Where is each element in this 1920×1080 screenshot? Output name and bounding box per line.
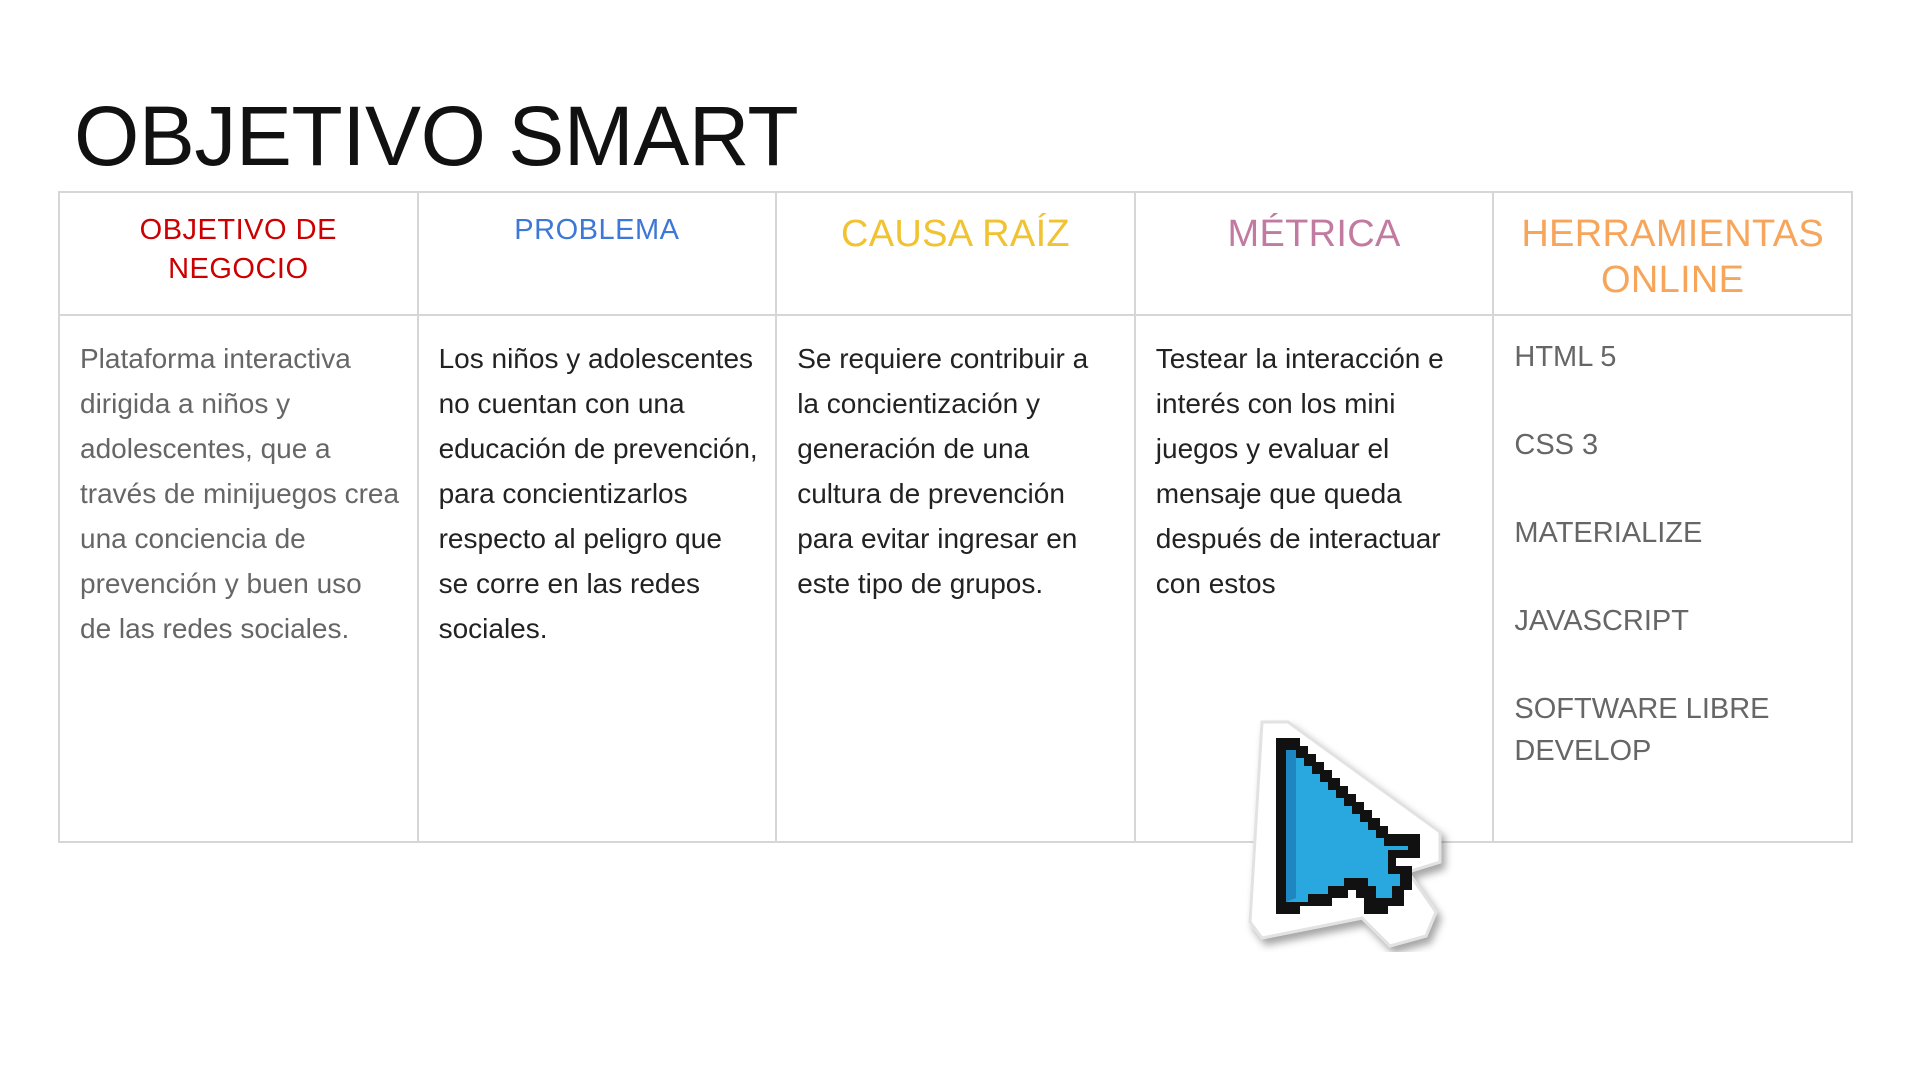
- tool-item: CSS 3: [1514, 429, 1599, 461]
- cell-herramientas: HTML 5 CSS 3 MATERIALIZE JAVASCRIPT SOFT…: [1492, 314, 1853, 843]
- tool-item: SOFTWARE LIBRE DEVELOP: [1514, 693, 1770, 767]
- slide: OBJETIVO SMART OBJETIVO DE NEGOCIO PROBL…: [0, 0, 1920, 1080]
- header-herramientas-online: HERRAMIENTAS ONLINE: [1492, 191, 1853, 316]
- table-header-row: OBJETIVO DE NEGOCIO PROBLEMA CAUSA RAÍZ …: [58, 191, 1853, 316]
- tools-list: HTML 5 CSS 3 MATERIALIZE JAVASCRIPT SOFT…: [1514, 336, 1835, 772]
- smart-objective-table: OBJETIVO DE NEGOCIO PROBLEMA CAUSA RAÍZ …: [58, 191, 1853, 843]
- header-metrica: MÉTRICA: [1133, 191, 1495, 316]
- cell-problema: Los niños y adolescentes no cuentan con …: [416, 314, 778, 843]
- cell-objetivo: Plataforma interactiva dirigida a niños …: [58, 314, 419, 843]
- tool-item: MATERIALIZE: [1514, 517, 1703, 549]
- header-label: OBJETIVO DE NEGOCIO: [139, 214, 337, 285]
- table-row: Plataforma interactiva dirigida a niños …: [58, 314, 1853, 843]
- header-label: MÉTRICA: [1227, 213, 1401, 255]
- header-problema: PROBLEMA: [416, 191, 778, 316]
- header-label: HERRAMIENTAS ONLINE: [1521, 213, 1825, 301]
- header-causa-raiz: CAUSA RAÍZ: [775, 191, 1136, 316]
- slide-title: OBJETIVO SMART: [74, 89, 799, 183]
- pointer-cursor-icon: [1248, 720, 1442, 948]
- tool-item: HTML 5: [1514, 341, 1617, 373]
- header-objetivo-de-negocio: OBJETIVO DE NEGOCIO: [58, 191, 419, 316]
- header-label: PROBLEMA: [514, 214, 680, 246]
- tool-item: JAVASCRIPT: [1514, 605, 1689, 637]
- cell-causa: Se requiere contribuir a la concientizac…: [775, 314, 1136, 843]
- header-label: CAUSA RAÍZ: [841, 213, 1070, 255]
